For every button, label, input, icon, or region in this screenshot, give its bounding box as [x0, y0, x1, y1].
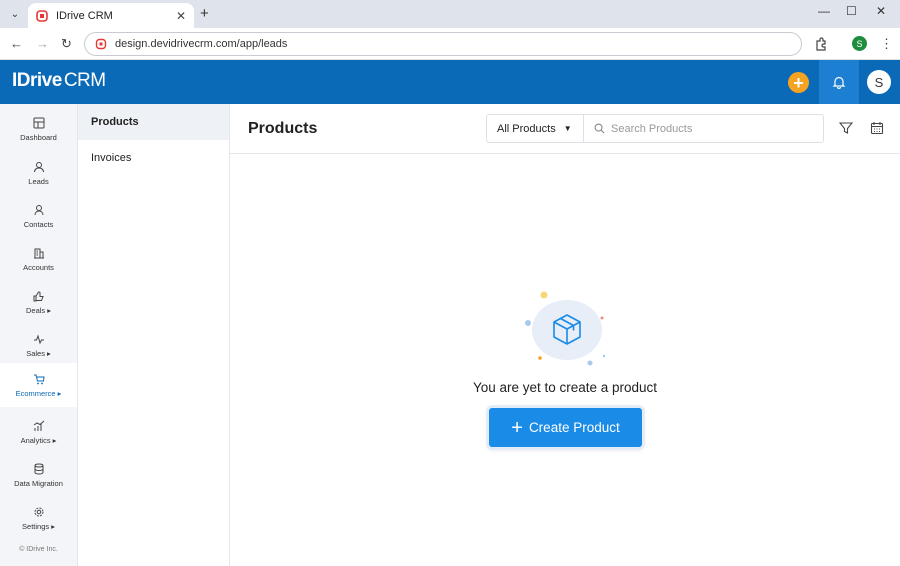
sidebar-item-label: Accounts	[23, 262, 54, 272]
sidebar-item-label: Ecommerce ▸	[15, 388, 62, 398]
create-product-label: Create Product	[528, 420, 620, 435]
product-filter-dropdown[interactable]: All Products ▼	[486, 114, 584, 143]
sidebar-item-deals[interactable]: Deals ▸	[0, 281, 77, 323]
search-icon	[594, 123, 605, 134]
sidebar-item-label: Dashboard	[20, 132, 57, 142]
maximize-window-button[interactable]: ☐	[846, 4, 857, 18]
browser-tab-bar: ⌄ IDrive CRM ✕ + — ☐ ✕	[0, 0, 900, 28]
data-migration-icon	[34, 463, 43, 475]
logo-main-text: IDrive	[12, 70, 62, 91]
empty-state: You are yet to create a product + Create…	[230, 154, 900, 566]
create-product-button[interactable]: + Create Product	[489, 408, 642, 447]
url-text: design.devidrivecrm.com/app/leads	[115, 38, 288, 50]
new-tab-button[interactable]: +	[200, 5, 209, 22]
back-icon[interactable]: ←	[10, 36, 23, 51]
reload-icon[interactable]: ↻	[61, 36, 72, 52]
search-box[interactable]	[583, 114, 824, 143]
dropdown-selected-value: All Products	[497, 122, 556, 135]
deals-icon	[33, 291, 44, 301]
subnav-item-label: Invoices	[91, 152, 132, 164]
main-header: Products All Products ▼	[230, 104, 900, 154]
sidebar-item-label: Leads	[28, 176, 49, 186]
tab-search-chevron-icon[interactable]: ⌄	[6, 5, 24, 23]
idrive-favicon-icon	[36, 9, 48, 22]
sidebar-item-leads[interactable]: Leads	[0, 152, 77, 194]
analytics-icon	[33, 420, 44, 431]
sidebar-item-label: Analytics ▸	[20, 435, 57, 445]
logo-suffix-text: CRM	[63, 70, 106, 91]
leads-icon	[33, 161, 44, 172]
sidebar-item-accounts[interactable]: Accounts	[0, 238, 77, 280]
sidebar-item-dashboard[interactable]: Dashboard	[0, 108, 77, 150]
extensions-icon[interactable]	[814, 37, 828, 51]
sidebar-item-ecommerce[interactable]: Ecommerce ▸	[0, 363, 77, 407]
calendar-icon[interactable]	[870, 121, 884, 135]
sidebar-item-contacts[interactable]: Contacts	[0, 195, 77, 237]
bell-icon	[832, 76, 846, 89]
site-info-icon[interactable]	[95, 38, 107, 50]
empty-box-illustration	[525, 291, 606, 366]
dashboard-icon	[33, 117, 44, 128]
search-input[interactable]	[611, 122, 811, 135]
subnav-item-label: Products	[91, 116, 139, 128]
tab-title: IDrive CRM	[56, 9, 113, 22]
notifications-button[interactable]	[819, 60, 859, 104]
ecommerce-subnav: Products Invoices	[78, 104, 230, 566]
sidebar-item-label: Settings ▸	[22, 521, 55, 531]
filter-icon[interactable]	[839, 121, 853, 135]
subnav-item-products[interactable]: Products	[78, 104, 229, 140]
copyright-text: © IDrive Inc.	[19, 546, 58, 553]
sidebar-item-analytics[interactable]: Analytics ▸	[0, 411, 77, 453]
empty-state-message: You are yet to create a product	[472, 380, 658, 395]
idrive-crm-logo[interactable]: IDrive CRM	[12, 70, 106, 92]
sales-icon	[33, 333, 44, 344]
sidebar-item-data-migration[interactable]: Data Migration	[0, 454, 77, 496]
subnav-item-invoices[interactable]: Invoices	[78, 140, 229, 176]
url-field[interactable]: design.devidrivecrm.com/app/leads	[84, 32, 802, 56]
plus-icon: +	[511, 416, 523, 439]
sidebar-item-label: Data Migration	[14, 478, 63, 488]
accounts-icon	[33, 248, 44, 258]
sidebar-item-settings[interactable]: Settings ▸	[0, 497, 77, 539]
close-window-button[interactable]: ✕	[876, 4, 886, 18]
browser-profile-avatar[interactable]: S	[852, 36, 867, 51]
caret-down-icon: ▼	[563, 124, 572, 133]
browser-tab[interactable]: IDrive CRM ✕	[28, 3, 194, 28]
tab-close-icon[interactable]: ✕	[176, 9, 186, 23]
settings-icon	[34, 507, 43, 516]
sidebar-item-label: Contacts	[23, 219, 54, 229]
browser-address-bar: ← → ↻ design.devidrivecrm.com/app/leads	[0, 28, 900, 60]
sidebar-item-sales[interactable]: Sales ▸	[0, 324, 77, 366]
contacts-icon	[34, 204, 43, 215]
quick-add-button[interactable]: +	[788, 72, 809, 93]
page-title: Products	[248, 120, 318, 137]
main-sidebar: Dashboard Leads Contacts Accounts Deals …	[0, 104, 78, 566]
user-avatar[interactable]: S	[867, 70, 891, 94]
browser-menu-icon[interactable]: ⋮	[880, 36, 893, 52]
forward-icon[interactable]: →	[36, 36, 49, 51]
sidebar-item-label: Deals ▸	[25, 305, 52, 315]
app-header: IDrive CRM	[0, 60, 900, 104]
ecommerce-icon	[33, 374, 45, 384]
minimize-window-button[interactable]: —	[818, 4, 830, 18]
sidebar-item-label: Sales ▸	[26, 348, 51, 358]
